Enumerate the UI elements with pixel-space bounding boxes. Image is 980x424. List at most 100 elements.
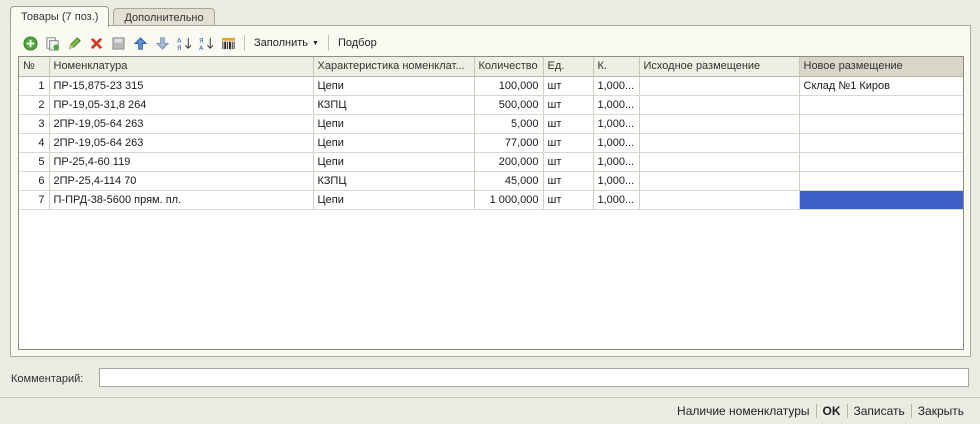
table-row[interactable]: 5 ПР-25,4-60 119 Цепи 200,000 шт 1,000..… <box>19 152 963 172</box>
cell-quantity[interactable]: 45,000 <box>474 171 544 191</box>
cell-item[interactable]: ПР-25,4-60 119 <box>49 152 314 172</box>
cell-new-location[interactable]: Склад №1 Киров <box>799 76 963 96</box>
cell-item[interactable]: 2ПР-19,05-64 263 <box>49 114 314 134</box>
sort-desc-button[interactable]: ЯA <box>197 34 216 53</box>
chevron-down-icon: ▼ <box>312 39 319 47</box>
cell-quantity[interactable]: 5,000 <box>474 114 544 134</box>
barcode-icon <box>221 37 236 49</box>
cell-quantity[interactable]: 500,000 <box>474 95 544 115</box>
pick-button[interactable]: Подбор <box>335 37 380 49</box>
cell-new-location-selected[interactable] <box>799 190 963 210</box>
cell-coefficient[interactable]: 1,000... <box>593 76 640 96</box>
table-row[interactable]: 1 ПР-15,875-23 315 Цепи 100,000 шт 1,000… <box>19 76 963 96</box>
cell-new-location[interactable] <box>799 114 963 134</box>
cell-source-location[interactable] <box>639 95 800 115</box>
add-button[interactable] <box>21 34 40 53</box>
cell-number[interactable]: 4 <box>19 133 50 153</box>
cell-source-location[interactable] <box>639 152 800 172</box>
cell-source-location[interactable] <box>639 133 800 153</box>
cell-number[interactable]: 2 <box>19 95 50 115</box>
cell-unit[interactable]: шт <box>543 171 594 191</box>
cell-coefficient[interactable]: 1,000... <box>593 152 640 172</box>
cell-characteristic[interactable]: Цепи <box>313 133 475 153</box>
sort-asc-button[interactable]: AЯ <box>175 34 194 53</box>
copy-icon <box>46 36 60 51</box>
cell-quantity[interactable]: 100,000 <box>474 76 544 96</box>
table-row[interactable]: 6 2ПР-25,4-114 70 КЗПЦ 45,000 шт 1,000..… <box>19 171 963 191</box>
column-header-unit[interactable]: Ед. <box>543 57 594 77</box>
cell-number[interactable]: 6 <box>19 171 50 191</box>
column-header-coefficient[interactable]: К. <box>593 57 640 77</box>
table-toolbar: AЯ ЯA Заполнить ▼ Подбор <box>21 33 380 53</box>
move-down-button[interactable] <box>153 34 172 53</box>
copy-button[interactable] <box>43 34 62 53</box>
column-header-source-location[interactable]: Исходное размещение <box>639 57 800 77</box>
table-row[interactable]: 7 П-ПРД-38-5600 прям. пл. Цепи 1 000,000… <box>19 190 963 210</box>
tab-goods[interactable]: Товары (7 поз.) <box>10 6 110 27</box>
cell-characteristic[interactable]: КЗПЦ <box>313 171 475 191</box>
footer-bar: Наличие номенклатуры OK Записать Закрыть <box>0 397 980 424</box>
save-button[interactable] <box>109 34 128 53</box>
cell-unit[interactable]: шт <box>543 95 594 115</box>
cell-new-location[interactable] <box>799 133 963 153</box>
cell-source-location[interactable] <box>639 114 800 134</box>
cell-characteristic[interactable]: Цепи <box>313 152 475 172</box>
cell-characteristic[interactable]: КЗПЦ <box>313 95 475 115</box>
cell-number[interactable]: 7 <box>19 190 50 210</box>
cell-number[interactable]: 3 <box>19 114 50 134</box>
cell-quantity[interactable]: 200,000 <box>474 152 544 172</box>
cell-characteristic[interactable]: Цепи <box>313 114 475 134</box>
cell-unit[interactable]: шт <box>543 152 594 172</box>
delete-button[interactable] <box>87 34 106 53</box>
cell-source-location[interactable] <box>639 171 800 191</box>
column-header-number[interactable]: № <box>19 57 50 77</box>
cell-coefficient[interactable]: 1,000... <box>593 190 640 210</box>
table-header: № Номенклатура Характеристика номенклат.… <box>19 57 963 77</box>
cell-coefficient[interactable]: 1,000... <box>593 95 640 115</box>
sort-asc-icon: AЯ <box>177 36 192 51</box>
table-row[interactable]: 2 ПР-19,05-31,8 264 КЗПЦ 500,000 шт 1,00… <box>19 95 963 115</box>
cell-source-location[interactable] <box>639 76 800 96</box>
move-up-button[interactable] <box>131 34 150 53</box>
cell-number[interactable]: 5 <box>19 152 50 172</box>
edit-button[interactable] <box>65 34 84 53</box>
cell-characteristic[interactable]: Цепи <box>313 76 475 96</box>
cell-coefficient[interactable]: 1,000... <box>593 114 640 134</box>
fill-dropdown-button[interactable]: Заполнить ▼ <box>251 37 322 49</box>
cell-item[interactable]: ПР-15,875-23 315 <box>49 76 314 96</box>
cell-unit[interactable]: шт <box>543 76 594 96</box>
edit-icon <box>69 36 81 49</box>
column-header-new-location[interactable]: Новое размещение <box>799 57 963 77</box>
table-row[interactable]: 3 2ПР-19,05-64 263 Цепи 5,000 шт 1,000..… <box>19 114 963 134</box>
table-row[interactable]: 4 2ПР-19,05-64 263 Цепи 77,000 шт 1,000.… <box>19 133 963 153</box>
sort-desc-icon: ЯA <box>199 36 214 51</box>
save-record-button[interactable]: Записать <box>848 404 911 418</box>
cell-item[interactable]: П-ПРД-38-5600 прям. пл. <box>49 190 314 210</box>
cell-unit[interactable]: шт <box>543 114 594 134</box>
tab-additional[interactable]: Дополнительно <box>113 8 215 26</box>
cell-coefficient[interactable]: 1,000... <box>593 171 640 191</box>
cell-unit[interactable]: шт <box>543 190 594 210</box>
availability-button[interactable]: Наличие номенклатуры <box>671 404 815 418</box>
comment-input[interactable] <box>99 368 969 387</box>
column-header-characteristic[interactable]: Характеристика номенклат... <box>313 57 475 77</box>
close-button[interactable]: Закрыть <box>912 404 970 418</box>
column-header-quantity[interactable]: Количество <box>474 57 544 77</box>
cell-new-location[interactable] <box>799 95 963 115</box>
column-header-item[interactable]: Номенклатура <box>49 57 314 77</box>
cell-new-location[interactable] <box>799 171 963 191</box>
cell-item[interactable]: ПР-19,05-31,8 264 <box>49 95 314 115</box>
ok-button[interactable]: OK <box>817 404 847 418</box>
cell-item[interactable]: 2ПР-25,4-114 70 <box>49 171 314 191</box>
cell-characteristic[interactable]: Цепи <box>313 190 475 210</box>
cell-quantity[interactable]: 1 000,000 <box>474 190 544 210</box>
cell-source-location[interactable] <box>639 190 800 210</box>
barcode-button[interactable] <box>219 34 238 53</box>
cell-number[interactable]: 1 <box>19 76 50 96</box>
cell-coefficient[interactable]: 1,000... <box>593 133 640 153</box>
cell-quantity[interactable]: 77,000 <box>474 133 544 153</box>
cell-unit[interactable]: шт <box>543 133 594 153</box>
goods-table[interactable]: № Номенклатура Характеристика номенклат.… <box>18 56 964 350</box>
cell-item[interactable]: 2ПР-19,05-64 263 <box>49 133 314 153</box>
cell-new-location[interactable] <box>799 152 963 172</box>
